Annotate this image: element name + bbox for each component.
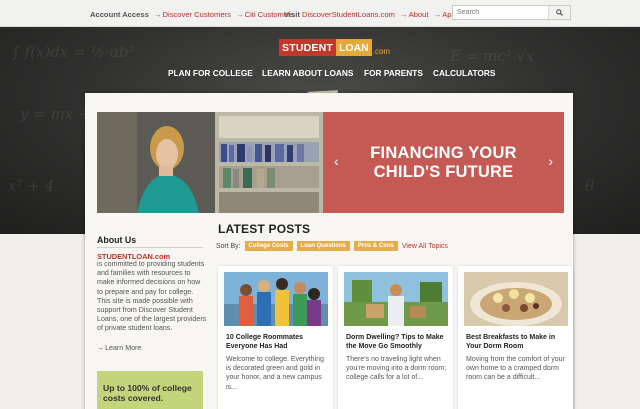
divider	[97, 247, 203, 248]
nav-for-parents[interactable]: FOR PARENTS	[364, 68, 423, 78]
sort-bar: Sort By: College Costs Loan Questions Pr…	[216, 241, 448, 251]
chalk-doodle: θ	[585, 177, 595, 195]
post-excerpt: There's no traveling light when you're m…	[346, 356, 447, 382]
discover-student-loans-link[interactable]: DiscoverStudentLoans.com	[302, 10, 395, 19]
arrow-icon: →	[153, 10, 162, 19]
nav-calculators[interactable]: CALCULATORS	[433, 68, 495, 78]
magnifier-icon	[556, 9, 563, 16]
hero-photo-student-library	[97, 112, 323, 213]
utility-bar: Account Access →Discover Customers →Citi…	[0, 0, 640, 27]
nav-learn-about-loans[interactable]: LEARN ABOUT LOANS	[262, 68, 353, 78]
site-logo[interactable]: STUDENT LOAN .com	[279, 39, 390, 56]
account-access-label: Account Access	[90, 10, 149, 19]
arrow-icon: →	[433, 10, 442, 19]
discover-customers-link[interactable]: Discover Customers	[163, 10, 231, 19]
sort-by-label: Sort By:	[216, 242, 241, 250]
about-link[interactable]: About	[409, 10, 429, 19]
post-card[interactable]: Best Breakfasts to Make in Your Dorm Roo…	[458, 266, 573, 409]
arrow-icon: →	[400, 10, 408, 19]
post-title[interactable]: 10 College Roommates Everyone Has Had	[226, 333, 328, 351]
promo-box[interactable]: Up to 100% of college costs covered.	[97, 371, 203, 409]
post-card[interactable]: Dorm Dwelling? Tips to Make the Move Go …	[338, 266, 453, 409]
post-title[interactable]: Dorm Dwelling? Tips to Make the Move Go …	[346, 333, 448, 351]
latest-posts-heading: LATEST POSTS	[218, 222, 311, 236]
post-excerpt: Welcome to college. Everything is decora…	[226, 356, 324, 391]
chevron-right-icon[interactable]: ›	[548, 154, 553, 168]
arrow-icon: →	[236, 10, 244, 19]
learn-more-link[interactable]: →Learn More	[97, 344, 141, 352]
search-box	[452, 5, 571, 20]
chalk-doodle: E = mc² √x	[450, 47, 535, 65]
visit-label: Visit	[284, 10, 300, 19]
post-excerpt: Moving from the comfort of your own home…	[466, 356, 565, 382]
logo-loan: LOAN	[335, 39, 372, 56]
filter-pros-cons[interactable]: Pros & Cons	[353, 241, 398, 251]
account-access: Account Access →Discover Customers →Citi…	[90, 10, 294, 19]
search-button[interactable]	[548, 6, 570, 19]
filter-loan-questions[interactable]: Loan Questions	[296, 241, 350, 251]
visit-links: Visit DiscoverStudentLoans.com →About →A…	[284, 10, 461, 19]
nav-plan-for-college[interactable]: PLAN FOR COLLEGE	[168, 68, 253, 78]
logo-dotcom: .com	[372, 47, 391, 56]
chalk-doodle: x² + 4	[8, 177, 55, 195]
main-nav: PLAN FOR COLLEGE LEARN ABOUT LOANS FOR P…	[0, 68, 640, 80]
logo-student: STUDENT	[279, 39, 336, 56]
view-all-topics-link[interactable]: View All Topics	[402, 243, 448, 250]
post-card[interactable]: 10 College Roommates Everyone Has Had We…	[218, 266, 333, 409]
chevron-left-icon[interactable]: ‹	[334, 154, 339, 168]
about-body: is committed to providing students and f…	[97, 260, 207, 333]
post-image-dorm[interactable]	[344, 272, 448, 326]
post-title[interactable]: Best Breakfasts to Make in Your Dorm Roo…	[466, 333, 568, 351]
search-input[interactable]	[453, 6, 549, 19]
arrow-icon: →	[97, 344, 105, 352]
learn-more-label: Learn More	[105, 344, 142, 352]
hero-banner: ‹ FINANCING YOUR CHILD'S FUTURE ›	[97, 112, 564, 213]
post-image-breakfast[interactable]	[464, 272, 568, 326]
chalk-doodle: ∫ f(x)dx = ½·ab²	[12, 43, 135, 61]
hero-panel: ‹ FINANCING YOUR CHILD'S FUTURE ›	[323, 112, 564, 213]
post-image-roommates[interactable]	[224, 272, 328, 326]
hero-title[interactable]: FINANCING YOUR CHILD'S FUTURE	[353, 144, 534, 182]
about-us-heading: About Us	[97, 235, 137, 245]
filter-college-costs[interactable]: College Costs	[244, 241, 293, 251]
